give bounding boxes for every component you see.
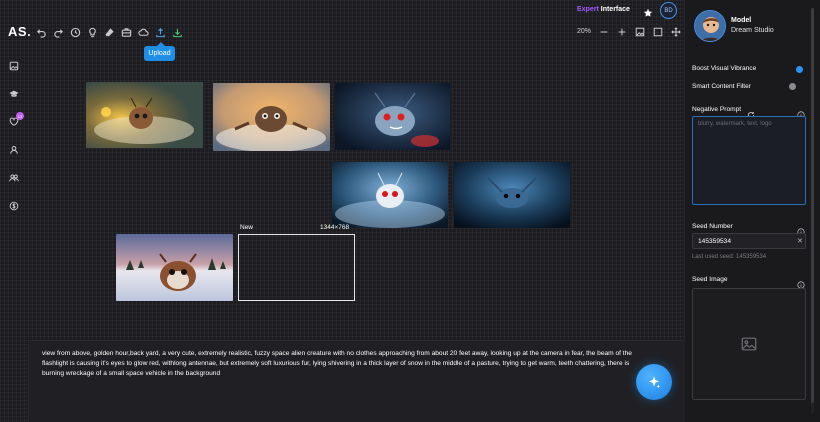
generated-image[interactable] (454, 162, 570, 228)
zoom-out-icon[interactable] (596, 24, 611, 39)
model-avatar[interactable] (694, 10, 726, 42)
gallery-icon[interactable] (6, 58, 22, 74)
upload-tooltip: Upload (144, 42, 175, 61)
generated-image[interactable] (116, 234, 233, 301)
interface-mode-label[interactable]: Expert Interface (577, 6, 630, 13)
seed-number-input[interactable]: 145359534 (692, 233, 806, 249)
dollar-icon[interactable] (6, 198, 22, 214)
user-avatar[interactable]: BD (660, 2, 677, 19)
left-rail: 13 (6, 58, 24, 214)
users-icon[interactable] (6, 170, 22, 186)
zoom-controls: 20% (577, 24, 683, 39)
prompt-input[interactable]: view from above, golden hour,back yard, … (42, 349, 642, 379)
model-label: Model (731, 17, 752, 24)
image-icon[interactable] (632, 24, 647, 39)
negative-prompt-label: Negative Prompt (692, 106, 742, 113)
briefcase-icon[interactable] (118, 24, 135, 41)
info-icon[interactable] (797, 276, 805, 289)
refresh-icon[interactable] (747, 106, 755, 119)
frame-icon[interactable] (650, 24, 665, 39)
app-logo: AS. (8, 24, 32, 39)
image-placeholder-icon (741, 337, 757, 351)
history-icon[interactable] (67, 24, 84, 41)
negative-prompt-input[interactable]: blurry, watermark, text, logo (692, 116, 806, 205)
new-frame[interactable] (238, 234, 355, 301)
seed-image-label: Seed Image (692, 276, 728, 283)
generated-image[interactable] (213, 83, 330, 151)
smart-filter-label: Smart Content Filter (692, 83, 751, 90)
panel-scrollbar-thumb[interactable] (811, 8, 814, 403)
zoom-value[interactable]: 20% (577, 28, 591, 35)
generated-image[interactable] (332, 162, 448, 228)
undo-icon[interactable] (33, 24, 50, 41)
boost-vibrance-toggle[interactable] (796, 66, 803, 73)
zoom-in-icon[interactable] (614, 24, 629, 39)
seed-image-dropzone[interactable] (692, 288, 806, 400)
graduation-cap-icon[interactable] (6, 86, 22, 102)
model-name[interactable]: Dream Studio (731, 27, 774, 34)
notification-badge: 13 (16, 112, 24, 120)
new-frame-label: New (240, 224, 254, 231)
move-icon[interactable] (668, 24, 683, 39)
toolbar (33, 24, 186, 41)
smart-filter-toggle[interactable] (789, 83, 796, 90)
lightbulb-icon[interactable] (84, 24, 101, 41)
heart-icon[interactable]: 13 (6, 112, 24, 130)
download-icon[interactable] (169, 24, 186, 41)
info-icon[interactable] (797, 106, 805, 119)
info-icon[interactable] (797, 223, 805, 236)
seed-number-label: Seed Number (692, 223, 733, 230)
redo-icon[interactable] (50, 24, 67, 41)
eraser-icon[interactable] (101, 24, 118, 41)
last-used-seed: Last used seed: 145359534 (692, 254, 767, 260)
generate-button[interactable] (636, 364, 672, 400)
star-icon[interactable] (643, 5, 653, 17)
new-frame-size: 1344×768 (320, 224, 350, 231)
boost-vibrance-label: Boost Visual Vibrance (692, 65, 757, 72)
cloud-icon[interactable] (135, 24, 152, 41)
user-icon[interactable] (6, 142, 22, 158)
upload-icon[interactable] (152, 24, 169, 41)
generated-image[interactable] (335, 83, 450, 150)
close-icon[interactable]: ✕ (797, 237, 803, 245)
generated-image[interactable] (86, 82, 203, 148)
